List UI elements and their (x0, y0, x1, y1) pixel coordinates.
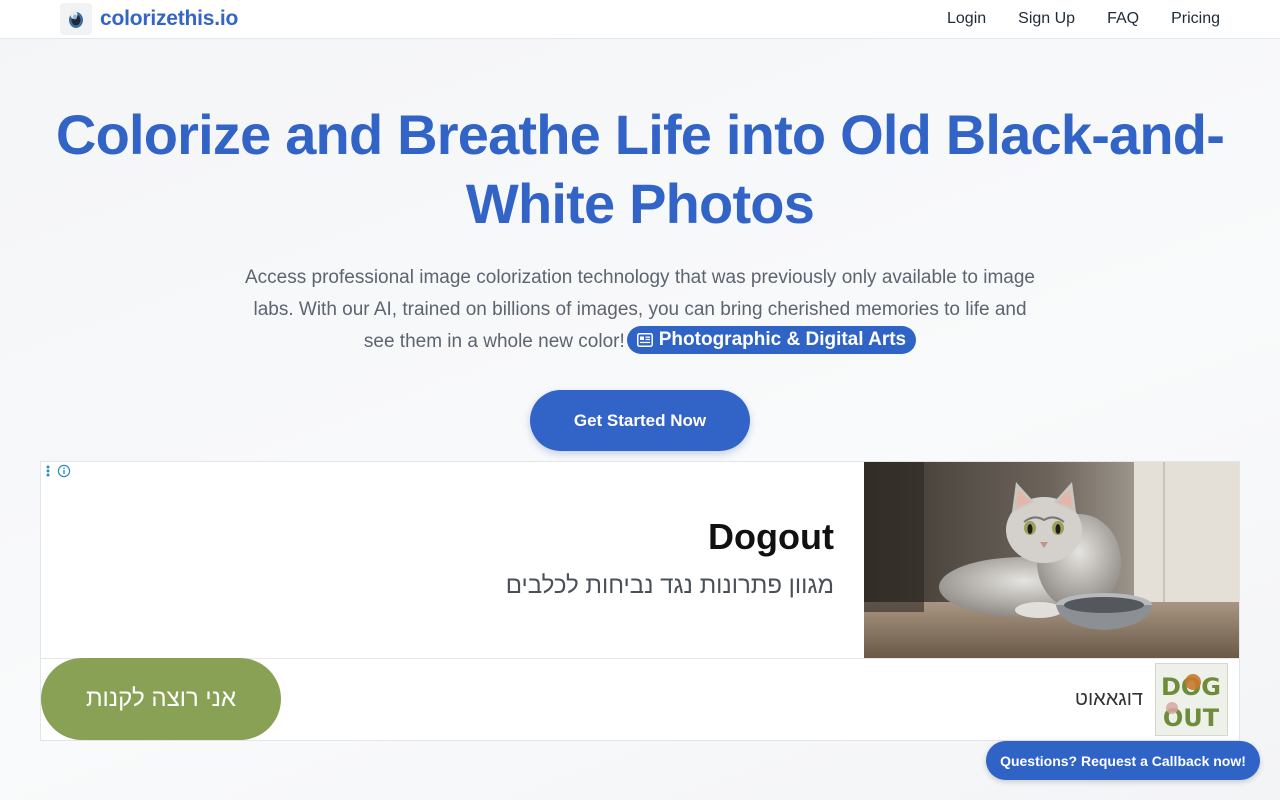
ad-headline[interactable]: Dogout (708, 516, 834, 558)
ad-banner[interactable]: Dogout מגוון פתרונות נגד נביחות לכלבים א… (40, 461, 1240, 741)
nav-login-link[interactable]: Login (947, 10, 986, 28)
ad-advertiser-logo[interactable]: DOG OUT (1155, 663, 1228, 736)
brand[interactable]: colorizethis.io (60, 3, 238, 35)
more-options-icon[interactable] (45, 464, 51, 478)
nav-signup-link[interactable]: Sign Up (1018, 10, 1075, 28)
ad-buy-button[interactable]: אני רוצה לקנות (41, 658, 281, 740)
top-navbar: colorizethis.io Login Sign Up FAQ Pricin… (0, 0, 1280, 39)
ad-advertiser-name[interactable]: דוגאאוט (1075, 688, 1143, 711)
nav-faq-link[interactable]: FAQ (1107, 10, 1139, 28)
main-nav: Login Sign Up FAQ Pricing (915, 0, 1220, 38)
brand-name: colorizethis.io (100, 7, 239, 30)
category-tag-label: Photographic & Digital Arts (658, 328, 907, 350)
ad-cat-image[interactable] (864, 462, 1239, 658)
newspaper-icon (636, 333, 653, 347)
brand-logo-icon (60, 3, 92, 35)
hero-description: Access professional image colorization t… (240, 262, 1040, 358)
hero-title: Colorize and Breathe Life into Old Black… (55, 103, 1225, 235)
ad-info-icon[interactable] (57, 464, 71, 478)
ad-controls (45, 464, 71, 478)
get-started-button[interactable]: Get Started Now (530, 390, 750, 451)
nav-pricing-link[interactable]: Pricing (1171, 10, 1220, 28)
request-callback-button[interactable]: Questions? Request a Callback now! (986, 741, 1260, 780)
ad-subtitle: מגוון פתרונות נגד נביחות לכלבים (505, 572, 834, 599)
category-tag[interactable]: Photographic & Digital Arts (626, 325, 917, 354)
